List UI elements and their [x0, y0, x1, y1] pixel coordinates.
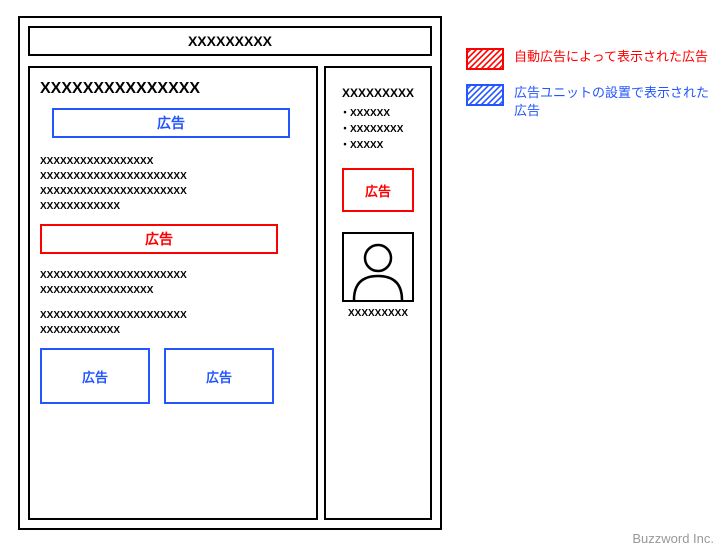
- hatch-swatch-blue: [466, 84, 504, 106]
- hatch-swatch-red: [466, 48, 504, 70]
- paragraph: XXXXXXXXXXXXXXXXX XXXXXXXXXXXXXXXXXXXXXX…: [40, 154, 306, 214]
- list-item: ・XXXXX: [340, 138, 420, 154]
- legend-item-unit: 広告ユニットの設置で表示された広告: [466, 84, 714, 120]
- brand-footer: Buzzword Inc.: [632, 531, 714, 546]
- page-wireframe: XXXXXXXXX XXXXXXXXXXXXXXX 広告 XXXXXXXXXXX…: [18, 16, 442, 530]
- legend-label: 広告ユニットの設置で表示された広告: [514, 84, 714, 120]
- main-column: XXXXXXXXXXXXXXX 広告 XXXXXXXXXXXXXXXXX XXX…: [28, 66, 318, 520]
- ad-slot-bottom-left: 広告: [40, 348, 150, 404]
- sidebar-heading: XXXXXXXXX: [336, 86, 420, 100]
- sidebar-list: ・XXXXXX ・XXXXXXXX ・XXXXX: [336, 106, 420, 154]
- legend: 自動広告によって表示された広告 広告ユニットの設置で表示された広告: [466, 48, 714, 134]
- avatar-icon: [342, 232, 414, 302]
- paragraph: XXXXXXXXXXXXXXXXXXXXXX XXXXXXXXXXXX: [40, 308, 306, 338]
- page-header: XXXXXXXXX: [28, 26, 432, 56]
- list-item: ・XXXXXX: [340, 106, 420, 122]
- ad-slot-auto-middle: 広告: [40, 224, 278, 254]
- avatar-label: XXXXXXXXX: [336, 308, 420, 319]
- legend-item-auto: 自動広告によって表示された広告: [466, 48, 714, 70]
- ad-slot-bottom-right: 広告: [164, 348, 274, 404]
- sidebar-column: XXXXXXXXX ・XXXXXX ・XXXXXXXX ・XXXXX 広告 XX…: [324, 66, 432, 520]
- ad-slot-top: 広告: [52, 108, 290, 138]
- paragraph: XXXXXXXXXXXXXXXXXXXXXX XXXXXXXXXXXXXXXXX: [40, 268, 306, 298]
- ad-slot-sidebar: 広告: [342, 168, 414, 212]
- ad-row-bottom: 広告 広告: [40, 348, 306, 404]
- header-title: XXXXXXXXX: [188, 33, 272, 49]
- article-heading: XXXXXXXXXXXXXXX: [40, 80, 306, 98]
- list-item: ・XXXXXXXX: [340, 122, 420, 138]
- legend-label: 自動広告によって表示された広告: [514, 48, 708, 70]
